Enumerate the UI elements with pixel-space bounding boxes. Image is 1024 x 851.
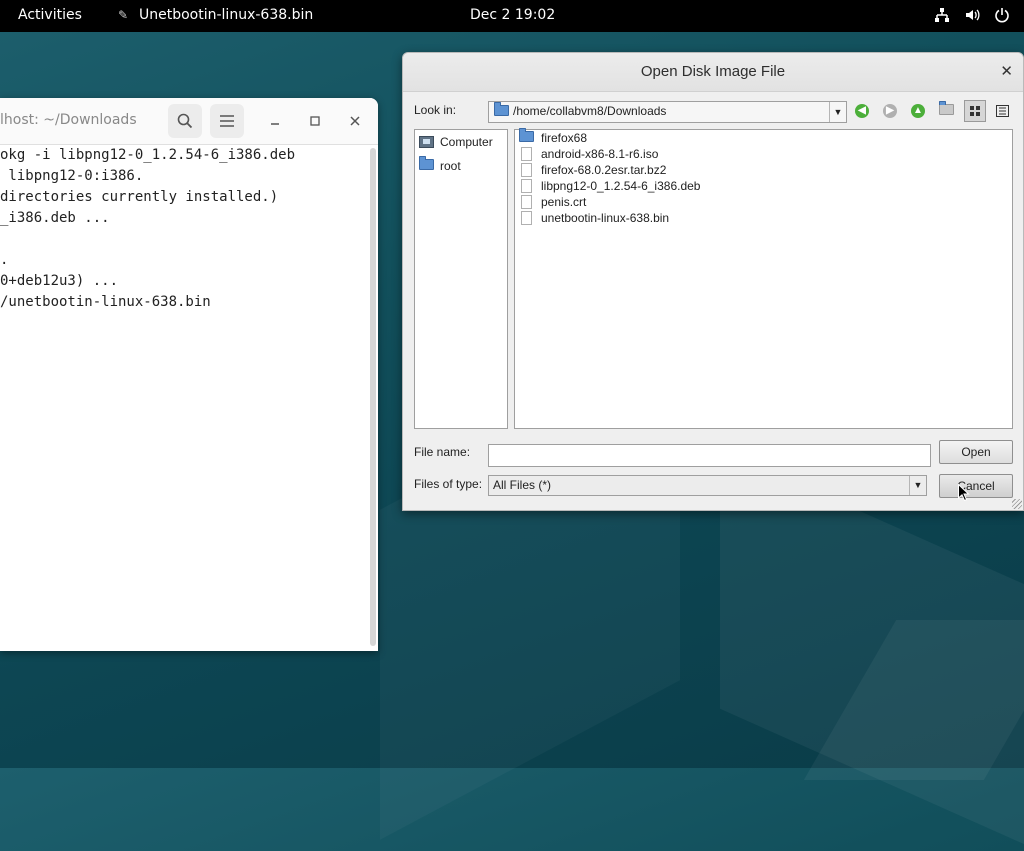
terminal-line: _i386.deb ... [0,210,110,226]
grid-view-icon [970,106,980,116]
folder-icon [519,128,534,145]
terminal-line: libpng12-0:i386. [0,168,144,184]
forward-arrow-icon: ▶ [883,104,897,118]
file-name: android-x86-8.1-r6.iso [541,147,659,161]
volume-icon[interactable] [964,7,980,23]
file-name: unetbootin-linux-638.bin [541,211,670,225]
files-of-type-value: All Files (*) [493,478,552,492]
menu-button[interactable] [210,104,244,138]
terminal-scrollbar[interactable] [370,148,376,646]
file-name-field[interactable] [488,444,931,467]
list-item[interactable]: unetbootin-linux-638.bin [519,210,669,226]
open-button[interactable]: Open [939,440,1013,464]
system-tray[interactable] [934,7,1010,23]
file-name: penis.crt [541,195,587,209]
app-icon: ✎ [118,7,129,22]
list-item[interactable]: android-x86-8.1-r6.iso [519,146,658,162]
file-list[interactable]: firefox68 android-x86-8.1-r6.iso firefox… [514,128,1013,429]
power-icon[interactable] [994,7,1010,23]
icon-view-button[interactable] [964,100,986,122]
activities-button[interactable]: Activities [18,7,82,23]
app-menu-label: Unetbootin-linux-638.bin [139,7,314,23]
list-item[interactable]: libpng12-0_1.2.54-6_i386.deb [519,178,700,194]
file-icon [521,179,532,193]
back-button[interactable]: ◀ [852,101,872,121]
minimize-icon [271,123,279,125]
files-of-type-label: Files of type: [414,477,483,491]
dialog-titlebar[interactable]: Open Disk Image File ✕ [403,53,1023,92]
resize-grip[interactable] [1012,499,1022,509]
folder-icon [419,156,434,173]
terminal-line: . [0,252,9,268]
file-name: firefox68 [541,131,588,145]
clock[interactable]: Dec 2 19:02 [470,7,555,23]
hamburger-icon [220,115,234,127]
look-in-value: /home/collabvm8/Downloads [513,104,667,118]
file-icon [521,147,532,161]
chevron-down-icon[interactable]: ▼ [829,102,846,122]
terminal-line: /unetbootin-linux-638.bin [0,294,211,310]
new-folder-icon [938,101,954,120]
cancel-button[interactable]: Cancel [939,474,1013,498]
app-menu[interactable]: ✎ Unetbootin-linux-638.bin [118,7,313,23]
terminal-line: directories currently installed.) [0,189,279,205]
sidebar-item-computer[interactable]: Computer [419,133,493,151]
file-icon [521,195,532,209]
terminal-line: 0+deb12u3) ... [0,273,119,289]
look-in-label: Look in: [414,103,457,117]
terminal-output[interactable]: okg -i libpng12-0_1.2.54-6_i386.deb libp… [0,145,366,651]
list-item[interactable]: firefox-68.0.2esr.tar.bz2 [519,162,666,178]
minimize-button[interactable] [258,104,292,138]
search-button[interactable] [168,104,202,138]
detail-view-button[interactable] [991,100,1013,122]
back-arrow-icon: ◀ [855,104,869,118]
network-icon[interactable] [934,7,950,23]
top-bar: Activities ✎ Unetbootin-linux-638.bin De… [0,0,1024,32]
sidebar-item-root[interactable]: root [419,156,461,175]
terminal-headerbar[interactable]: lhost: ~/Downloads [0,98,378,145]
sidebar-item-label: Computer [440,135,493,149]
look-in-combo[interactable]: /home/collabvm8/Downloads ▼ [488,101,847,123]
new-folder-button[interactable] [936,101,956,121]
list-item[interactable]: firefox68 [519,128,588,146]
sidebar-item-label: root [440,159,461,173]
file-name-label: File name: [414,445,471,459]
file-icon [521,163,532,177]
file-icon [521,211,532,225]
folder-icon [494,102,509,119]
search-icon [177,113,193,129]
files-of-type-combo[interactable]: All Files (*) ▼ [488,475,927,496]
forward-button[interactable]: ▶ [880,101,900,121]
list-view-icon [995,105,1009,117]
chevron-down-icon[interactable]: ▼ [909,476,926,495]
maximize-icon [310,116,320,126]
terminal-window[interactable]: lhost: ~/Downloads okg -i libpng12-0_1.2… [0,98,378,651]
parent-directory-button[interactable]: ▲ [908,101,928,121]
terminal-line: okg -i libpng12-0_1.2.54-6_i386.deb [0,147,296,163]
file-name: libpng12-0_1.2.54-6_i386.deb [541,179,701,193]
close-icon[interactable]: ✕ [1000,62,1013,80]
close-icon [350,116,360,126]
file-name: firefox-68.0.2esr.tar.bz2 [541,163,667,177]
close-button[interactable] [338,104,372,138]
open-disk-image-dialog[interactable]: Open Disk Image File ✕ Look in: /home/co… [402,52,1024,511]
places-sidebar[interactable]: Computer root [414,129,508,429]
maximize-button[interactable] [298,104,332,138]
list-item[interactable]: penis.crt [519,194,586,210]
dialog-title: Open Disk Image File [640,63,786,80]
up-arrow-icon: ▲ [911,104,925,118]
terminal-title: lhost: ~/Downloads [0,112,137,128]
computer-icon [419,136,434,148]
